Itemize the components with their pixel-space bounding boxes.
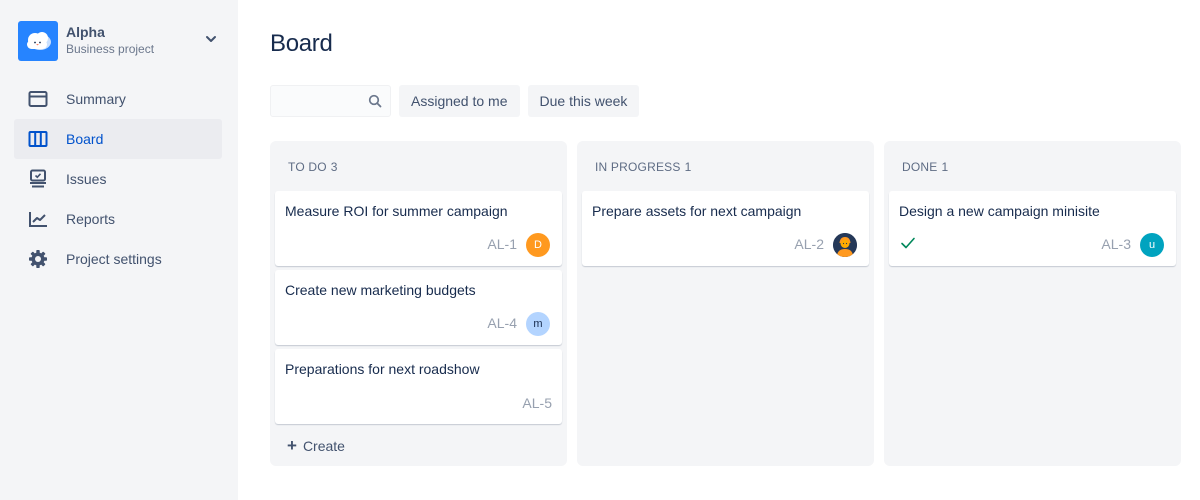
column-name: DONE <box>902 160 938 174</box>
sidebar-item-project-settings[interactable]: Project settings <box>14 239 222 279</box>
sidebar-item-label: Board <box>66 131 104 147</box>
issue-card[interactable]: Preparations for next roadshow AL-5 <box>275 349 562 424</box>
column-count: 1 <box>684 160 692 174</box>
column-header: IN PROGRESS 1 <box>577 141 874 191</box>
project-type: Business project <box>66 42 155 56</box>
settings-icon <box>26 247 50 271</box>
search-field <box>270 85 391 117</box>
summary-icon <box>26 87 50 111</box>
issues-icon <box>26 167 50 191</box>
column-in-progress: IN PROGRESS 1 Prepare assets for next cam… <box>577 141 874 466</box>
filter-due-this-week-button[interactable]: Due this week <box>527 85 640 117</box>
assignee-avatar[interactable]: D <box>526 233 550 257</box>
filter-assigned-to-me-button[interactable]: Assigned to me <box>399 85 520 117</box>
column-name: TO DO <box>288 160 327 174</box>
checkmark-icon <box>901 237 915 249</box>
project-name: Alpha <box>66 24 105 40</box>
app: Alpha Business project Summary Board Iss… <box>0 0 1200 500</box>
issue-key: AL-3 <box>1101 236 1131 252</box>
main-content: Board Assigned to me Due this week TO DO… <box>238 0 1200 500</box>
column-header: DONE 1 <box>884 141 1181 191</box>
issue-card[interactable]: Design a new campaign minisite AL-3 u <box>889 191 1176 266</box>
card-title: Measure ROI for summer campaign <box>285 203 508 219</box>
column-count: 1 <box>941 160 949 174</box>
reports-icon <box>26 207 50 231</box>
issue-key: AL-1 <box>487 236 517 252</box>
column-name: IN PROGRESS <box>595 160 681 174</box>
sidebar: Alpha Business project Summary Board Iss… <box>0 0 238 500</box>
assignee-avatar[interactable]: m <box>526 312 550 336</box>
search-icon[interactable] <box>368 94 382 108</box>
page-title: Board <box>270 30 333 57</box>
sidebar-item-summary[interactable]: Summary <box>14 79 222 119</box>
assignee-avatar[interactable]: u <box>1140 233 1164 257</box>
card-title: Preparations for next roadshow <box>285 361 480 377</box>
sidebar-item-label: Project settings <box>66 251 162 267</box>
chevron-down-icon[interactable] <box>204 32 218 46</box>
sidebar-item-board[interactable]: Board <box>14 119 222 159</box>
sidebar-item-label: Issues <box>66 171 107 187</box>
issue-key: AL-5 <box>522 395 552 411</box>
project-switcher[interactable]: Alpha Business project <box>0 18 238 64</box>
board-columns: TO DO 3 Measure ROI for summer campaign A… <box>270 141 1181 466</box>
sidebar-item-reports[interactable]: Reports <box>14 199 222 239</box>
issue-card[interactable]: Create new marketing budgets AL-4 m <box>275 270 562 345</box>
assignee-avatar[interactable] <box>833 233 857 257</box>
issue-key: AL-2 <box>794 236 824 252</box>
user-portrait-icon <box>833 233 857 257</box>
column-count: 3 <box>330 160 338 174</box>
issue-key: AL-4 <box>487 315 517 331</box>
issue-card[interactable]: Prepare assets for next campaign AL-2 <box>582 191 869 266</box>
column-todo: TO DO 3 Measure ROI for summer campaign A… <box>270 141 567 466</box>
column-header: TO DO 3 <box>270 141 567 191</box>
board-toolbar: Assigned to me Due this week <box>270 85 640 117</box>
sidebar-item-issues[interactable]: Issues <box>14 159 222 199</box>
card-title: Design a new campaign minisite <box>899 203 1100 219</box>
card-title: Create new marketing budgets <box>285 282 476 298</box>
cloud-mascot-icon <box>18 21 58 61</box>
column-done: DONE 1 Design a new campaign minisite AL-… <box>884 141 1181 466</box>
sidebar-item-label: Reports <box>66 211 116 227</box>
board-icon <box>26 127 50 151</box>
issue-card[interactable]: Measure ROI for summer campaign AL-1 D <box>275 191 562 266</box>
create-label: Create <box>302 438 345 454</box>
sidebar-nav: Summary Board Issues Reports Project set… <box>0 79 238 279</box>
card-title: Prepare assets for next campaign <box>592 203 802 219</box>
create-issue-button[interactable]: + Create <box>287 436 345 455</box>
sidebar-item-label: Summary <box>66 91 126 107</box>
plus-icon: + <box>287 436 297 455</box>
